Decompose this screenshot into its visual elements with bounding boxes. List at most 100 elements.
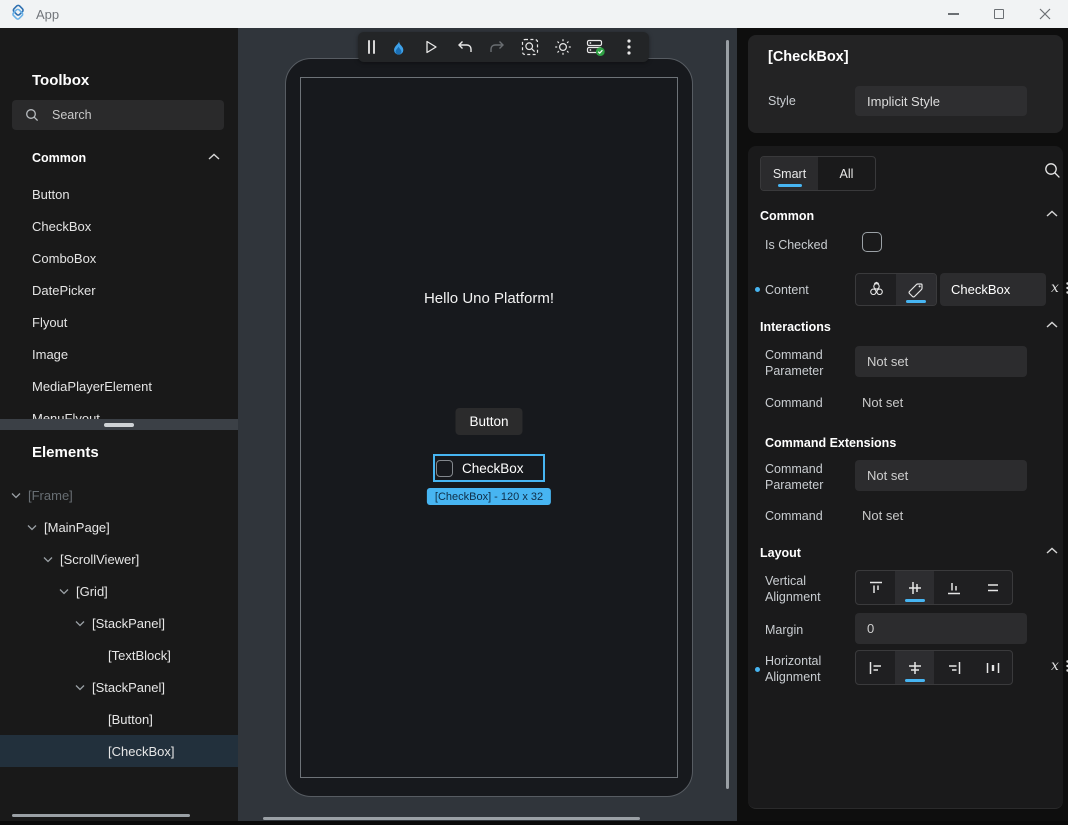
toolbox-section-common[interactable]: Common: [0, 146, 238, 172]
theme-toggle-sun-button[interactable]: [553, 37, 573, 57]
valign-center-button[interactable]: [895, 571, 934, 604]
halign-right-button[interactable]: [934, 651, 973, 684]
play-button[interactable]: [421, 37, 441, 57]
chevron-down-icon[interactable]: [8, 492, 24, 499]
chevron-down-icon[interactable]: [24, 524, 40, 531]
command-value[interactable]: Not set: [862, 395, 903, 410]
tree-item-mainpage[interactable]: [MainPage]: [0, 511, 238, 543]
valign-top-button[interactable]: [856, 571, 895, 604]
content-mode-binding-button[interactable]: [856, 274, 896, 305]
vertical-alignment-segmented: [855, 570, 1013, 605]
maximize-icon: [994, 9, 1004, 19]
halign-stretch-button[interactable]: [973, 651, 1012, 684]
tab-smart[interactable]: Smart: [761, 157, 818, 190]
preview-checkbox-selection[interactable]: CheckBox: [433, 454, 545, 482]
preview-textblock: Hello Uno Platform!: [301, 290, 677, 307]
tree-item-textblock[interactable]: [TextBlock]: [0, 639, 238, 671]
tree-item-stackpanel-2[interactable]: [StackPanel]: [0, 671, 238, 703]
close-button[interactable]: [1022, 0, 1068, 28]
valign-stretch-button[interactable]: [973, 571, 1012, 604]
xbind-button[interactable]: 𝑥: [1051, 280, 1059, 296]
tab-all[interactable]: All: [818, 157, 875, 190]
ext-command-parameter-label: Command Parameter: [765, 461, 851, 493]
content-mode-segmented: [855, 273, 937, 306]
group-common: Common: [760, 209, 814, 223]
tree-item-frame[interactable]: [Frame]: [0, 479, 238, 511]
window-controls: [930, 0, 1068, 28]
tree-item-grid[interactable]: [Grid]: [0, 575, 238, 607]
tree-item-scrollviewer[interactable]: [ScrollViewer]: [0, 543, 238, 575]
toolbox-item-datepicker[interactable]: DatePicker: [0, 275, 238, 307]
app-title: App: [36, 7, 59, 22]
search-icon: [25, 108, 39, 122]
chevron-down-icon[interactable]: [40, 556, 56, 563]
chevron-up-icon[interactable]: [1046, 547, 1058, 555]
tree-item-checkbox-selected[interactable]: [CheckBox]: [0, 735, 238, 767]
device-frame: Hello Uno Platform! Button CheckBox [Che…: [285, 58, 693, 797]
align-hcenter-icon: [906, 659, 924, 677]
chevron-up-icon[interactable]: [1046, 321, 1058, 329]
vertical-alignment-label: Vertical Alignment: [765, 573, 851, 605]
maximize-button[interactable]: [976, 0, 1022, 28]
chevron-up-icon[interactable]: [1046, 210, 1058, 218]
properties-tabs: Smart All: [760, 156, 876, 191]
server-connected-button[interactable]: [586, 37, 606, 57]
elements-horizontal-scrollbar[interactable]: [12, 814, 190, 817]
content-mode-literal-button[interactable]: [896, 274, 936, 305]
align-vcenter-icon: [906, 579, 924, 597]
device-screen: Hello Uno Platform! Button CheckBox [Che…: [300, 77, 678, 778]
xbind-button[interactable]: 𝑥: [1051, 658, 1059, 674]
minimize-button[interactable]: [930, 0, 976, 28]
design-canvas: Hello Uno Platform! Button CheckBox [Che…: [238, 28, 737, 821]
halign-left-button[interactable]: [856, 651, 895, 684]
toolbar-drag-handle-icon[interactable]: [368, 40, 375, 54]
hot-reload-flame-icon[interactable]: [388, 37, 408, 57]
command-parameter-input[interactable]: Not set: [855, 346, 1027, 377]
redo-button[interactable]: [487, 37, 507, 57]
elements-tree: [Frame] [MainPage] [ScrollViewer] [Grid]…: [0, 479, 238, 767]
canvas-horizontal-scrollbar[interactable]: [263, 817, 640, 820]
preview-button[interactable]: Button: [455, 408, 522, 435]
selected-element-title: [CheckBox]: [768, 49, 849, 65]
valign-bottom-button[interactable]: [934, 571, 973, 604]
toolbox-item-checkbox[interactable]: CheckBox: [0, 211, 238, 243]
toolbox-search-input[interactable]: Search: [12, 100, 224, 130]
margin-input[interactable]: 0: [855, 613, 1027, 644]
modified-indicator-dot: [755, 287, 760, 292]
margin-label: Margin: [765, 622, 851, 638]
toolbox-item-flyout[interactable]: Flyout: [0, 307, 238, 339]
design-toolbar: [358, 32, 649, 62]
style-value-input[interactable]: Implicit Style: [855, 86, 1027, 116]
toolbox-item-combobox[interactable]: ComboBox: [0, 243, 238, 275]
is-checked-checkbox[interactable]: [862, 232, 882, 252]
toolbox-item-mediaplayerelement[interactable]: MediaPlayerElement: [0, 371, 238, 403]
undo-button[interactable]: [454, 37, 474, 57]
properties-search-button[interactable]: [1044, 162, 1061, 179]
titlebar: App: [0, 0, 1068, 28]
chevron-down-icon[interactable]: [72, 684, 88, 691]
halign-center-button[interactable]: [895, 651, 934, 684]
toolbox-item-menuflyout[interactable]: MenuFlyout: [0, 403, 238, 419]
toolbox-item-image[interactable]: Image: [0, 339, 238, 371]
tab-active-underline: [778, 184, 802, 187]
segment-active-underline: [905, 679, 925, 682]
content-value-input[interactable]: CheckBox: [940, 273, 1046, 306]
toolbox-list: Button CheckBox ComboBox DatePicker Flyo…: [0, 179, 238, 419]
chevron-down-icon[interactable]: [56, 588, 72, 595]
group-command-extensions: Command Extensions: [765, 436, 896, 450]
tree-item-stackpanel-1[interactable]: [StackPanel]: [0, 607, 238, 639]
ext-command-label: Command: [765, 508, 851, 524]
inspect-element-button[interactable]: [520, 37, 540, 57]
align-right-icon: [945, 659, 963, 677]
toolbar-overflow-kebab-icon[interactable]: [619, 37, 639, 57]
toolbox-item-button[interactable]: Button: [0, 179, 238, 211]
tag-icon: [907, 281, 925, 299]
ext-command-value[interactable]: Not set: [862, 508, 903, 523]
tree-item-button[interactable]: [Button]: [0, 703, 238, 735]
chevron-down-icon[interactable]: [72, 620, 88, 627]
style-label: Style: [768, 94, 796, 108]
canvas-vertical-scrollbar[interactable]: [726, 40, 729, 789]
checkbox-glyph-icon: [436, 460, 453, 477]
ext-command-parameter-input[interactable]: Not set: [855, 460, 1027, 491]
panel-splitter[interactable]: [0, 419, 238, 430]
